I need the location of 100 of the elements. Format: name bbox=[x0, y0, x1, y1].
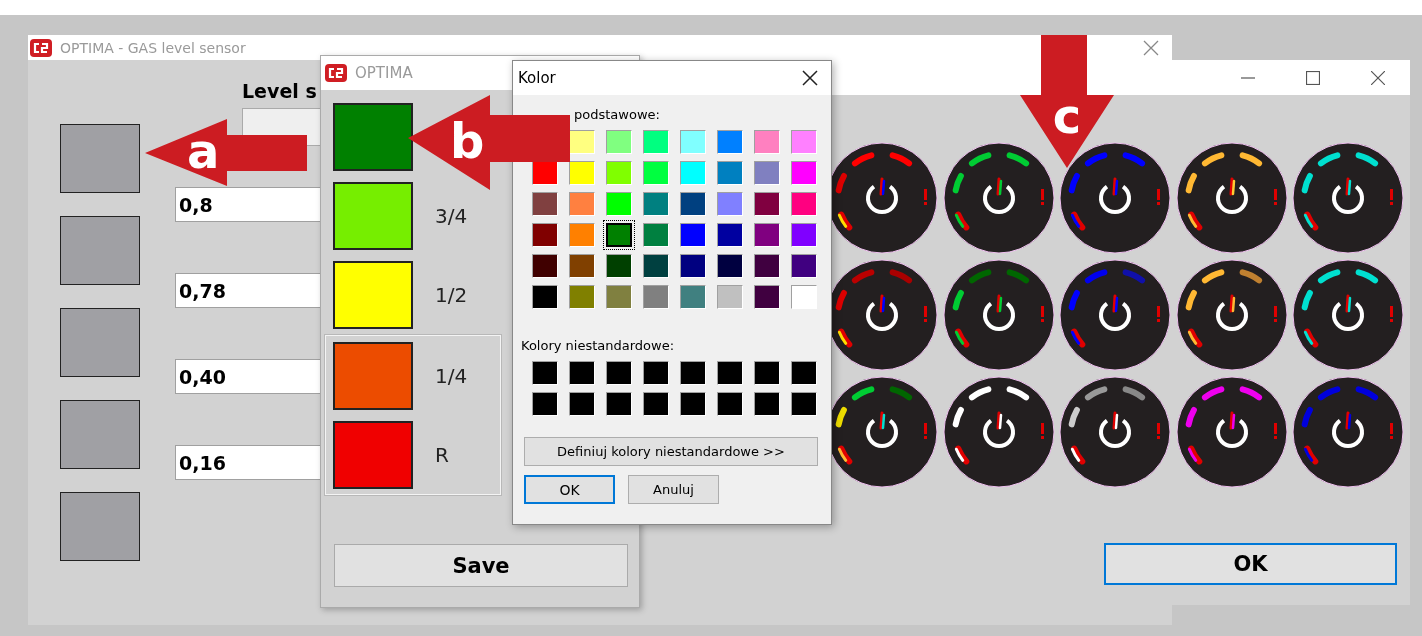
color-swatch[interactable] bbox=[791, 361, 817, 385]
color-swatch[interactable] bbox=[791, 223, 817, 247]
color-swatch[interactable] bbox=[532, 361, 558, 385]
color-swatch[interactable] bbox=[791, 192, 817, 216]
color-swatch[interactable] bbox=[606, 192, 632, 216]
color-swatch[interactable] bbox=[569, 161, 595, 185]
color-swatch[interactable] bbox=[754, 223, 780, 247]
gauge-drawing[interactable] bbox=[942, 259, 1055, 371]
maximize-icon[interactable] bbox=[1306, 70, 1320, 85]
color-swatch[interactable] bbox=[717, 192, 743, 216]
color-swatch[interactable] bbox=[680, 130, 706, 154]
gauge-drawing[interactable] bbox=[942, 142, 1055, 254]
color-swatch[interactable] bbox=[60, 124, 140, 193]
color-swatch[interactable] bbox=[60, 308, 140, 377]
color-swatch[interactable] bbox=[680, 192, 706, 216]
color-swatch[interactable] bbox=[532, 161, 558, 185]
color-swatch[interactable] bbox=[569, 130, 595, 154]
close-icon[interactable] bbox=[1371, 70, 1385, 85]
color-swatch[interactable] bbox=[643, 285, 669, 309]
color-swatch[interactable] bbox=[643, 392, 669, 416]
color-swatch[interactable] bbox=[643, 130, 669, 154]
color-swatch[interactable] bbox=[717, 130, 743, 154]
gauge-drawing[interactable] bbox=[942, 376, 1055, 488]
color-swatch[interactable] bbox=[606, 254, 632, 278]
color-swatch[interactable] bbox=[643, 254, 669, 278]
color-swatch[interactable] bbox=[333, 421, 413, 489]
color-swatch[interactable] bbox=[643, 161, 669, 185]
color-swatch[interactable] bbox=[643, 223, 669, 247]
gauge-drawing[interactable] bbox=[1292, 142, 1404, 254]
gauge-drawing[interactable] bbox=[1175, 376, 1288, 488]
color-swatch[interactable] bbox=[717, 254, 743, 278]
color-swatch[interactable] bbox=[532, 192, 558, 216]
color-swatch[interactable] bbox=[606, 361, 632, 385]
window-title: OPTIMA - GAS level sensor bbox=[60, 39, 246, 56]
color-swatch[interactable] bbox=[60, 216, 140, 285]
gauge-drawing[interactable] bbox=[1059, 259, 1171, 371]
gauge-drawing[interactable] bbox=[1175, 259, 1288, 371]
color-swatch[interactable] bbox=[717, 361, 743, 385]
color-swatch[interactable] bbox=[680, 223, 706, 247]
gauge-drawing[interactable] bbox=[1292, 376, 1404, 488]
color-swatch[interactable] bbox=[569, 223, 595, 247]
color-swatch[interactable] bbox=[791, 254, 817, 278]
color-swatch[interactable] bbox=[569, 392, 595, 416]
gauge-drawing[interactable] bbox=[1059, 376, 1171, 488]
color-swatch[interactable] bbox=[680, 392, 706, 416]
color-swatch[interactable] bbox=[532, 392, 558, 416]
gauge-drawing[interactable] bbox=[1059, 142, 1171, 254]
color-swatch[interactable] bbox=[717, 392, 743, 416]
define-colors-button[interactable]: Definiuj kolory niestandardowe >> bbox=[524, 437, 818, 466]
color-swatch[interactable] bbox=[680, 254, 706, 278]
window-title: OPTIMA bbox=[355, 64, 413, 82]
color-swatch[interactable] bbox=[532, 223, 558, 247]
color-swatch[interactable] bbox=[791, 392, 817, 416]
level-label: R bbox=[435, 443, 449, 467]
gauge-drawing[interactable] bbox=[1175, 142, 1288, 254]
color-swatch[interactable] bbox=[680, 285, 706, 309]
color-swatch[interactable] bbox=[333, 103, 413, 171]
logo-icon bbox=[325, 64, 347, 82]
color-swatch[interactable] bbox=[60, 492, 140, 561]
color-swatch[interactable] bbox=[60, 400, 140, 469]
color-swatch[interactable] bbox=[754, 254, 780, 278]
color-swatch[interactable] bbox=[754, 392, 780, 416]
ok-button[interactable]: OK bbox=[1104, 543, 1397, 585]
color-swatch[interactable] bbox=[791, 161, 817, 185]
color-swatch[interactable] bbox=[754, 285, 780, 309]
color-swatch[interactable] bbox=[643, 192, 669, 216]
color-swatch[interactable] bbox=[569, 254, 595, 278]
color-swatch[interactable] bbox=[532, 285, 558, 309]
close-icon[interactable] bbox=[802, 70, 818, 86]
color-swatch[interactable] bbox=[791, 130, 817, 154]
color-swatch[interactable] bbox=[717, 161, 743, 185]
color-swatch[interactable] bbox=[606, 161, 632, 185]
color-swatch[interactable] bbox=[606, 130, 632, 154]
color-swatch[interactable] bbox=[333, 261, 413, 329]
color-swatch[interactable] bbox=[606, 223, 632, 247]
color-swatch[interactable] bbox=[333, 342, 413, 410]
save-button[interactable]: Save bbox=[334, 544, 628, 587]
color-swatch[interactable] bbox=[754, 130, 780, 154]
color-swatch[interactable] bbox=[606, 285, 632, 309]
color-swatch[interactable] bbox=[333, 182, 413, 250]
section-label: Kolory niestandardowe: bbox=[521, 338, 676, 354]
color-swatch[interactable] bbox=[569, 192, 595, 216]
color-swatch[interactable] bbox=[754, 361, 780, 385]
color-swatch[interactable] bbox=[754, 192, 780, 216]
color-swatch[interactable] bbox=[680, 361, 706, 385]
level-label: 1/4 bbox=[435, 364, 468, 388]
color-swatch[interactable] bbox=[717, 285, 743, 309]
color-swatch[interactable] bbox=[569, 361, 595, 385]
level-label: 3/4 bbox=[435, 204, 468, 228]
color-swatch[interactable] bbox=[791, 285, 817, 309]
color-swatch[interactable] bbox=[532, 254, 558, 278]
ok-button[interactable]: OK bbox=[524, 475, 615, 504]
color-swatch[interactable] bbox=[643, 361, 669, 385]
color-swatch[interactable] bbox=[754, 161, 780, 185]
color-swatch[interactable] bbox=[680, 161, 706, 185]
color-swatch[interactable] bbox=[606, 392, 632, 416]
color-swatch[interactable] bbox=[569, 285, 595, 309]
gauge-drawing[interactable] bbox=[1292, 259, 1404, 371]
color-swatch[interactable] bbox=[717, 223, 743, 247]
cancel-button[interactable]: Anuluj bbox=[628, 475, 719, 504]
